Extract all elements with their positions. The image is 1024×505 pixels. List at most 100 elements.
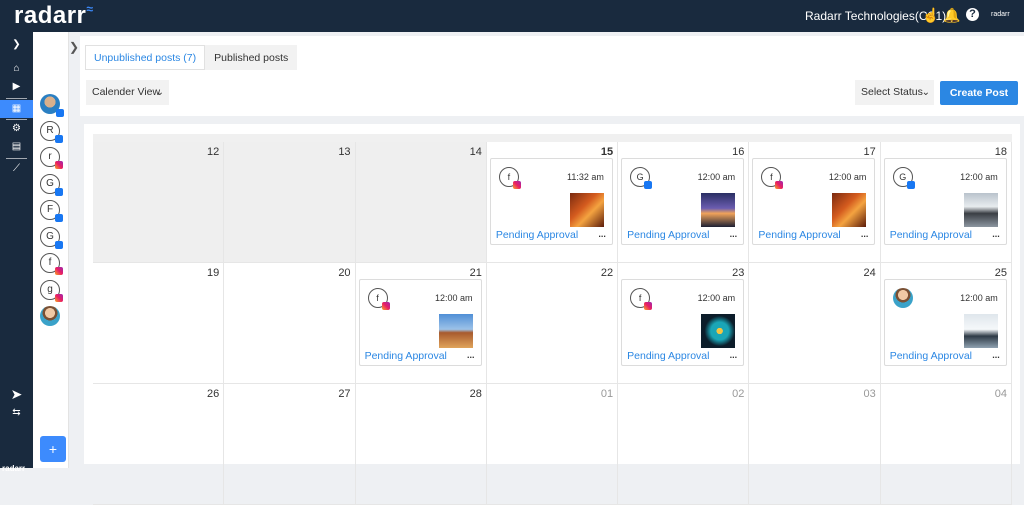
- calendar-day-cell[interactable]: 20: [224, 263, 356, 384]
- calendar-day-cell[interactable]: 16 G 12:00 am Pending Approval...: [618, 142, 750, 263]
- post-status[interactable]: Pending Approval: [758, 229, 840, 241]
- calendar-day-cell[interactable]: 04: [880, 384, 1012, 505]
- calendar-day-cell[interactable]: 28: [355, 384, 487, 505]
- post-card[interactable]: G 12:00 am Pending Approval...: [883, 158, 1007, 245]
- view-select[interactable]: Calender View ⌄: [86, 80, 169, 105]
- post-thumbnail[interactable]: [701, 314, 736, 348]
- instagram-icon: [381, 302, 390, 310]
- post-profile-initial: G: [636, 172, 644, 182]
- rail-divider: [6, 158, 27, 159]
- post-card[interactable]: f 12:00 am Pending Approval...: [621, 279, 745, 366]
- post-card[interactable]: G 12:00 am Pending Approval...: [621, 158, 745, 245]
- help-icon[interactable]: ?: [966, 8, 979, 21]
- post-card[interactable]: 12:00 am Pending Approval...: [883, 279, 1007, 366]
- profile-avatar[interactable]: [40, 94, 64, 117]
- post-profile-avatar: [892, 288, 913, 308]
- profile-avatar[interactable]: F: [40, 200, 63, 222]
- touch-icon[interactable]: ☝: [922, 7, 939, 23]
- more-options-icon[interactable]: ...: [598, 229, 606, 239]
- content-icon[interactable]: ▤: [0, 138, 33, 156]
- calendar-day-cell[interactable]: 18 G 12:00 am Pending Approval...: [880, 142, 1012, 263]
- left-rail: ❯ ⌂ ▶ ▦ ⚙ ▤ ⟋ ➤ ⇆ radarr: [0, 32, 33, 473]
- post-thumbnail[interactable]: [963, 314, 998, 348]
- profile-avatar[interactable]: G: [40, 226, 63, 249]
- calendar-day-cell[interactable]: 24: [749, 263, 881, 384]
- calendar-day-cell[interactable]: 12: [93, 142, 225, 263]
- home-icon[interactable]: ⌂: [0, 60, 33, 78]
- post-thumbnail[interactable]: [963, 193, 998, 227]
- more-options-icon[interactable]: ...: [730, 350, 738, 360]
- post-status[interactable]: Pending Approval: [496, 229, 578, 241]
- post-card[interactable]: f 12:00 am Pending Approval...: [752, 158, 876, 245]
- bell-icon[interactable]: 🔔: [943, 7, 960, 23]
- calendar-day-cell[interactable]: 21 f 12:00 am Pending Approval...: [355, 263, 487, 384]
- post-status[interactable]: Pending Approval: [890, 350, 972, 362]
- swap-icon[interactable]: ⇆: [0, 404, 33, 422]
- profile-avatar[interactable]: [40, 306, 60, 326]
- expand-chevron-icon[interactable]: ❯: [69, 40, 79, 54]
- post-thumbnail[interactable]: [701, 193, 736, 227]
- post-thumbnail[interactable]: [832, 193, 867, 227]
- status-select[interactable]: Select Status ⌄: [855, 80, 934, 105]
- brand-logo-small: radarr: [991, 11, 1010, 18]
- instagram-icon: [775, 181, 784, 189]
- post-status[interactable]: Pending Approval: [365, 350, 447, 362]
- day-number: 12: [207, 146, 220, 158]
- post-card[interactable]: f 11:32 am Pending Approval...: [489, 158, 613, 245]
- profile-avatar[interactable]: r: [40, 147, 63, 169]
- chevron-right-icon[interactable]: ❯: [0, 36, 33, 54]
- instagram-icon: [644, 302, 653, 310]
- day-number: 27: [338, 388, 351, 400]
- calendar-day-cell[interactable]: 14: [355, 142, 487, 263]
- profile-avatar[interactable]: f: [40, 253, 63, 275]
- calendar-day-cell[interactable]: 26: [93, 384, 225, 505]
- facebook-icon: [55, 240, 63, 249]
- more-options-icon[interactable]: ...: [730, 229, 738, 239]
- day-number: 28: [469, 388, 482, 400]
- profile-initial: r: [48, 151, 52, 162]
- profile-column: Rr G F Gf g: [33, 32, 69, 468]
- post-thumbnail[interactable]: [438, 314, 473, 348]
- video-icon[interactable]: ▶: [0, 78, 33, 96]
- more-options-icon[interactable]: ...: [467, 350, 475, 360]
- post-status[interactable]: Pending Approval: [627, 229, 709, 241]
- day-number: 02: [732, 388, 745, 400]
- instagram-icon: [512, 181, 521, 189]
- calendar-day-cell[interactable]: 27: [224, 384, 356, 505]
- calendar-day-cell[interactable]: 17 f 12:00 am Pending Approval...: [749, 142, 881, 263]
- calendar-day-cell[interactable]: 13: [224, 142, 356, 263]
- calendar-day-cell[interactable]: 01: [486, 384, 619, 505]
- calendar-day-cell[interactable]: 19: [93, 263, 225, 384]
- more-options-icon[interactable]: ...: [861, 229, 869, 239]
- calendar-day-cell[interactable]: 15 f 11:32 am Pending Approval...: [486, 142, 619, 263]
- post-time: 12:00 am: [828, 172, 867, 182]
- add-profile-button[interactable]: +: [40, 436, 66, 462]
- calendar-day-cell[interactable]: 23 f 12:00 am Pending Approval...: [618, 263, 750, 384]
- analytics-icon[interactable]: ⟋: [0, 160, 33, 178]
- post-thumbnail[interactable]: [569, 193, 604, 227]
- day-number: 21: [469, 267, 482, 279]
- dashboard-icon[interactable]: ▦: [0, 100, 33, 118]
- profile-avatar[interactable]: R: [40, 120, 63, 143]
- create-post-button[interactable]: Create Post: [940, 81, 1018, 105]
- send-icon[interactable]: ➤: [0, 385, 33, 403]
- app-logo[interactable]: radarr≈: [14, 2, 93, 30]
- more-options-icon[interactable]: ...: [992, 350, 1000, 360]
- post-status[interactable]: Pending Approval: [627, 350, 709, 362]
- profile-avatar[interactable]: g: [40, 279, 63, 302]
- calendar-day-cell[interactable]: 22: [486, 263, 619, 384]
- post-card[interactable]: f 12:00 am Pending Approval...: [358, 279, 482, 366]
- post-status[interactable]: Pending Approval: [890, 229, 972, 241]
- post-profile-initial: G: [899, 172, 907, 182]
- tab-unpublished-posts[interactable]: Unpublished posts (7): [85, 45, 206, 70]
- chevron-down-icon: ⌄: [921, 87, 930, 98]
- calendar-day-cell[interactable]: 25 12:00 am Pending Approval...: [880, 263, 1012, 384]
- day-number: 13: [338, 146, 351, 158]
- calendar-day-cell[interactable]: 02: [618, 384, 750, 505]
- day-number: 19: [207, 267, 220, 279]
- more-options-icon[interactable]: ...: [992, 229, 1000, 239]
- tab-published-posts[interactable]: Published posts: [205, 45, 298, 70]
- settings-icon[interactable]: ⚙: [0, 120, 33, 138]
- profile-avatar[interactable]: G: [40, 173, 63, 196]
- calendar-day-cell[interactable]: 03: [749, 384, 881, 505]
